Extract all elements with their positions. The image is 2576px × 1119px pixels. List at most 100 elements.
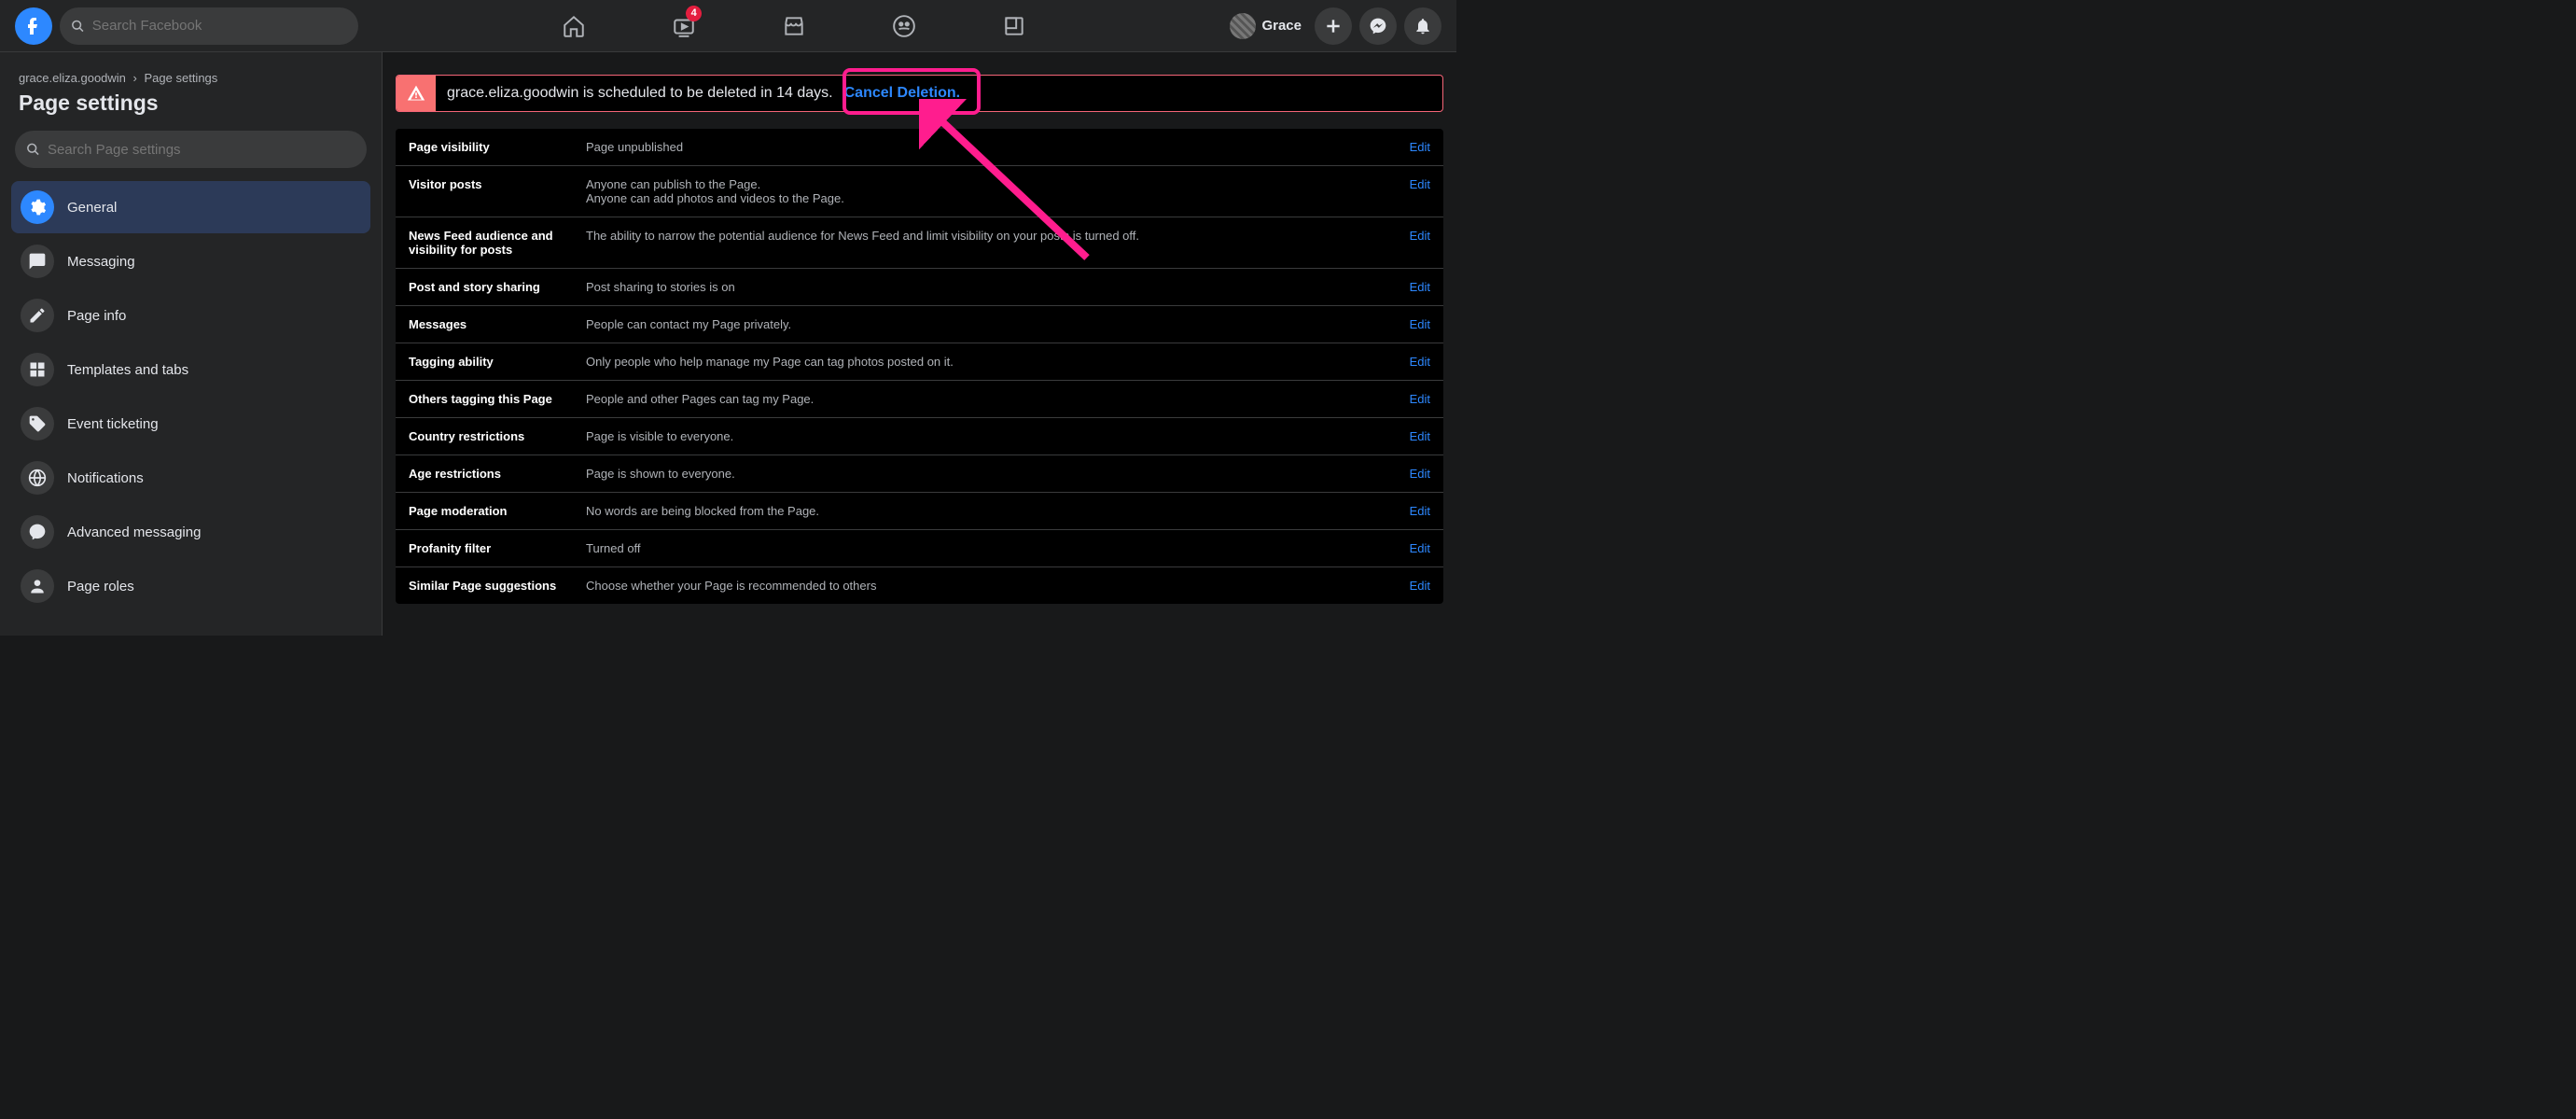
- setting-label: Age restrictions: [409, 467, 586, 481]
- messenger-icon: [21, 515, 54, 549]
- edit-link[interactable]: Edit: [1410, 140, 1430, 154]
- nav-marketplace[interactable]: [743, 2, 845, 50]
- sidebar-item-general[interactable]: General: [11, 181, 370, 233]
- sidebar-item-label: General: [67, 200, 117, 216]
- sidebar-item-label: Page info: [67, 308, 126, 324]
- person-icon: [21, 569, 54, 603]
- breadcrumb-current: Page settings: [145, 71, 218, 85]
- nav-watch[interactable]: 4: [633, 2, 735, 50]
- edit-link[interactable]: Edit: [1410, 392, 1430, 406]
- edit-link[interactable]: Edit: [1410, 541, 1430, 555]
- pencil-icon: [21, 299, 54, 332]
- global-search-input[interactable]: [92, 18, 347, 34]
- edit-link[interactable]: Edit: [1410, 280, 1430, 294]
- facebook-logo[interactable]: [15, 7, 52, 45]
- chevron-right-icon: ›: [133, 71, 137, 85]
- breadcrumb-page-link[interactable]: grace.eliza.goodwin: [19, 71, 126, 85]
- setting-label: Messages: [409, 317, 586, 331]
- sidebar-search-input[interactable]: [48, 142, 355, 158]
- nav-gaming[interactable]: [963, 2, 1065, 50]
- grid-icon: [21, 353, 54, 386]
- edit-link[interactable]: Edit: [1410, 504, 1430, 518]
- sidebar-search[interactable]: [15, 131, 367, 168]
- setting-value: Only people who help manage my Page can …: [586, 355, 1399, 369]
- setting-row: Others tagging this PagePeople and other…: [396, 381, 1443, 418]
- edit-link[interactable]: Edit: [1410, 229, 1430, 243]
- setting-label: Page moderation: [409, 504, 586, 518]
- avatar: [1230, 13, 1256, 39]
- topbar: 4 Grace: [0, 0, 1456, 52]
- sidebar-item-label: Messaging: [67, 254, 135, 270]
- setting-value: The ability to narrow the potential audi…: [586, 229, 1399, 243]
- setting-row: MessagesPeople can contact my Page priva…: [396, 306, 1443, 343]
- setting-label: Profanity filter: [409, 541, 586, 555]
- setting-value: Turned off: [586, 541, 1399, 555]
- sidebar-item-label: Advanced messaging: [67, 525, 201, 540]
- messenger-icon: [1369, 17, 1387, 35]
- edit-link[interactable]: Edit: [1410, 317, 1430, 331]
- home-icon: [562, 14, 586, 38]
- setting-label: News Feed audience and visibility for po…: [409, 229, 586, 257]
- setting-label: Tagging ability: [409, 355, 586, 369]
- edit-link[interactable]: Edit: [1410, 579, 1430, 593]
- setting-label: Similar Page suggestions: [409, 579, 586, 593]
- right-nav: Grace: [1230, 7, 1441, 45]
- bell-icon: [1413, 17, 1432, 35]
- create-button[interactable]: [1315, 7, 1352, 45]
- gear-icon: [21, 190, 54, 224]
- facebook-icon: [22, 15, 45, 37]
- setting-label: Page visibility: [409, 140, 586, 154]
- edit-link[interactable]: Edit: [1410, 177, 1430, 191]
- breadcrumb: grace.eliza.goodwin › Page settings: [7, 67, 374, 89]
- sidebar-item-page-roles[interactable]: Page roles: [11, 560, 370, 612]
- sidebar-item-messaging[interactable]: Messaging: [11, 235, 370, 287]
- setting-row: Similar Page suggestionsChoose whether y…: [396, 567, 1443, 604]
- watch-badge: 4: [686, 6, 702, 21]
- alert-message: grace.eliza.goodwin is scheduled to be d…: [447, 85, 833, 102]
- plus-icon: [1324, 17, 1343, 35]
- sidebar-item-templates[interactable]: Templates and tabs: [11, 343, 370, 396]
- chat-icon: [21, 245, 54, 278]
- setting-value: Page is shown to everyone.: [586, 467, 1399, 481]
- setting-value: No words are being blocked from the Page…: [586, 504, 1399, 518]
- warning-icon: [397, 76, 436, 111]
- page-title: Page settings: [7, 89, 374, 131]
- globe-icon: [21, 461, 54, 495]
- setting-value: Anyone can publish to the Page.Anyone ca…: [586, 177, 1399, 205]
- messenger-button[interactable]: [1359, 7, 1397, 45]
- sidebar-item-advanced-messaging[interactable]: Advanced messaging: [11, 506, 370, 558]
- deletion-alert: grace.eliza.goodwin is scheduled to be d…: [396, 75, 1443, 112]
- settings-table: Page visibilityPage unpublishedEditVisit…: [396, 129, 1443, 604]
- sidebar-item-label: Templates and tabs: [67, 362, 188, 378]
- nav-groups[interactable]: [853, 2, 955, 50]
- setting-value: Page is visible to everyone.: [586, 429, 1399, 443]
- edit-link[interactable]: Edit: [1410, 467, 1430, 481]
- username-label: Grace: [1261, 18, 1302, 34]
- edit-link[interactable]: Edit: [1410, 429, 1430, 443]
- setting-value: People can contact my Page privately.: [586, 317, 1399, 331]
- sidebar-item-page-info[interactable]: Page info: [11, 289, 370, 342]
- sidebar-item-label: Notifications: [67, 470, 144, 486]
- notifications-button[interactable]: [1404, 7, 1441, 45]
- user-menu[interactable]: Grace: [1230, 13, 1302, 39]
- cancel-deletion-link[interactable]: Cancel Deletion.: [844, 85, 960, 102]
- setting-value: Page unpublished: [586, 140, 1399, 154]
- marketplace-icon: [782, 14, 806, 38]
- setting-value: People and other Pages can tag my Page.: [586, 392, 1399, 406]
- setting-row: Visitor postsAnyone can publish to the P…: [396, 166, 1443, 217]
- sidebar-item-event-ticketing[interactable]: Event ticketing: [11, 398, 370, 450]
- setting-label: Others tagging this Page: [409, 392, 586, 406]
- groups-icon: [892, 14, 916, 38]
- setting-label: Visitor posts: [409, 177, 586, 191]
- edit-link[interactable]: Edit: [1410, 355, 1430, 369]
- center-nav: 4: [358, 2, 1230, 50]
- sidebar-item-notifications[interactable]: Notifications: [11, 452, 370, 504]
- global-search[interactable]: [60, 7, 358, 45]
- nav-home[interactable]: [522, 2, 625, 50]
- setting-row: Page visibilityPage unpublished Edit: [396, 129, 1443, 166]
- search-icon: [26, 142, 40, 157]
- setting-row: Profanity filterTurned off Edit: [396, 530, 1443, 567]
- main-content: grace.eliza.goodwin is scheduled to be d…: [383, 52, 1456, 636]
- setting-row: Country restrictionsPage is visible to e…: [396, 418, 1443, 455]
- setting-label: Post and story sharing: [409, 280, 586, 294]
